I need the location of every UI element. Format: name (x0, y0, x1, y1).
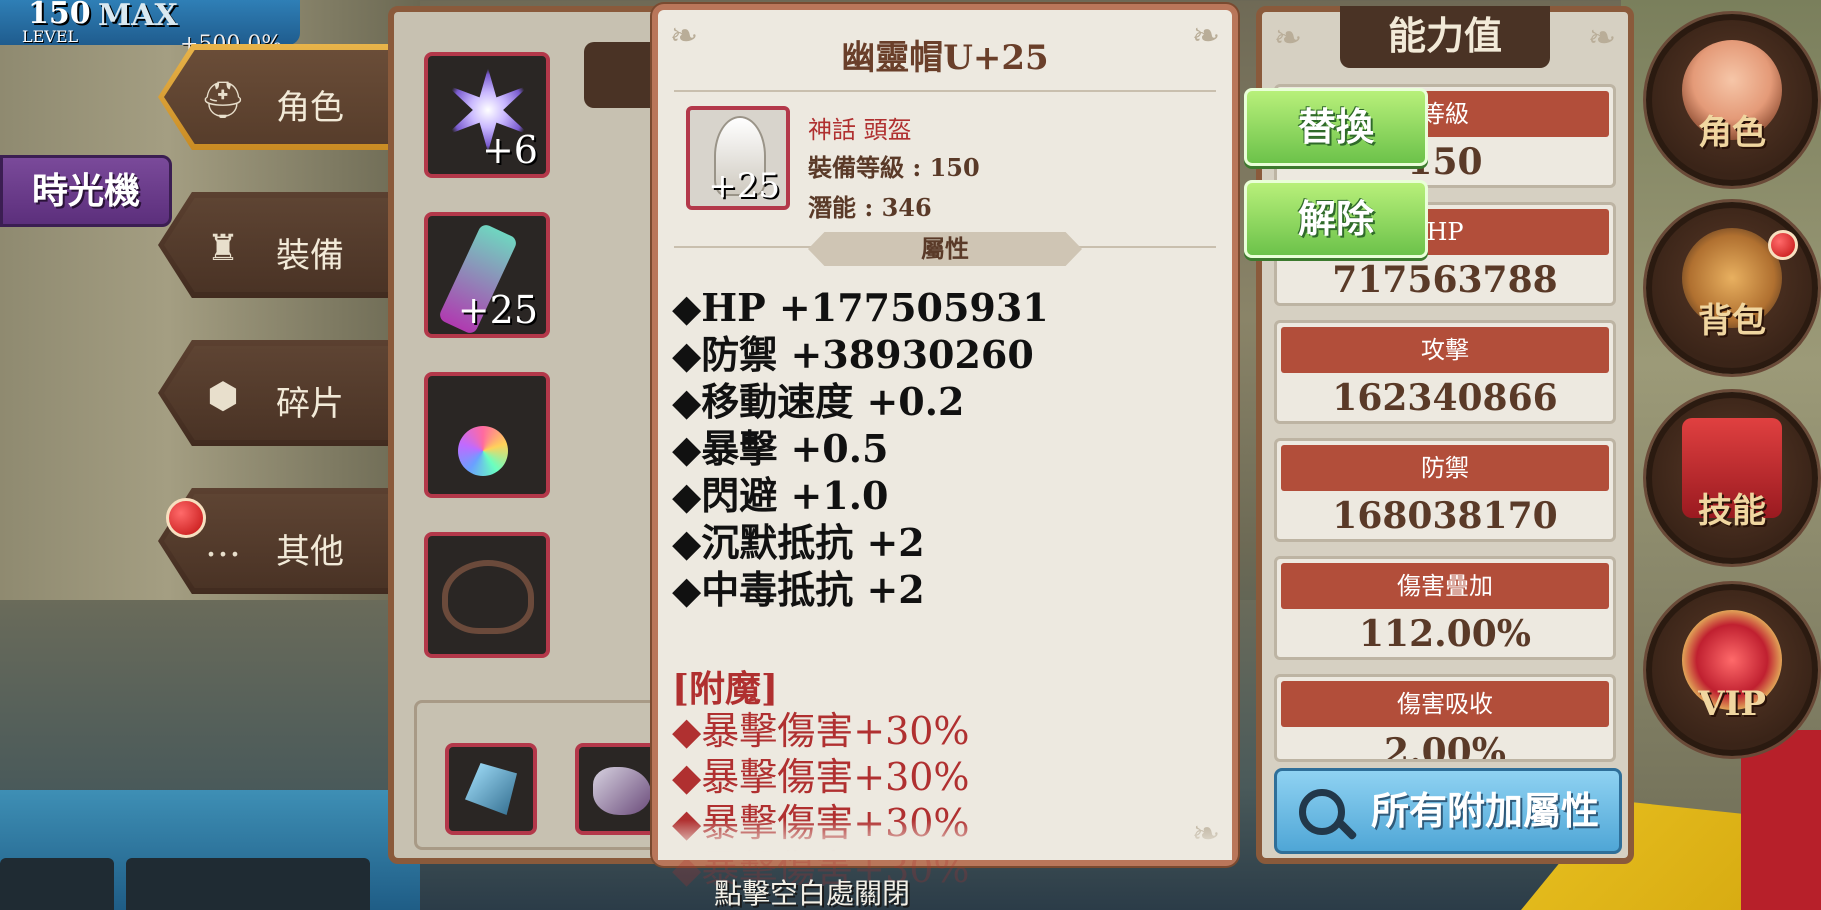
more-icon: … (205, 524, 241, 565)
tab-shards-label: 碎片 (276, 384, 344, 424)
stat-label: 傷害吸收 (1281, 681, 1609, 727)
menu-skill-label: 技能 (1698, 491, 1766, 531)
menu-character-button[interactable]: 角色 (1646, 14, 1818, 186)
time-machine-button[interactable]: 時光機 (0, 155, 172, 227)
level-max: MAX (98, 0, 178, 33)
helmet-icon: ⛑ (200, 80, 246, 121)
stat-card-damage-bonus: 傷害疊加 112.00% (1274, 556, 1616, 660)
equipment-panel: +6 +25 (388, 6, 670, 864)
attributes-header: 屬性 (808, 232, 1082, 266)
divider (674, 90, 1216, 92)
tab-equipment-label: 裝備 (276, 236, 344, 276)
list-item: ◆防禦 +38930260 (672, 332, 1034, 377)
equip-panel-tab (584, 42, 654, 108)
list-item: ◆沉默抵抗 +2 (672, 520, 925, 565)
corner-ornament-icon: ❧ (1587, 18, 1617, 58)
item-icon: +25 (686, 106, 790, 210)
equip-slot-3[interactable] (424, 372, 550, 498)
enchant-title: [附魔] (672, 668, 779, 710)
item-name: 幽靈帽U+25 (841, 38, 1049, 78)
menu-skill-button[interactable]: 技能 (1646, 392, 1818, 564)
item-equip-level: 裝備等級 : 150 (808, 153, 980, 182)
all-attributes-label: 所有附加屬性 (1370, 788, 1599, 833)
amulet-icon (458, 426, 508, 476)
level-indicator: 150 LEVEL MAX +500.0% (0, 0, 300, 57)
list-item: ◆HP +177505931 (672, 285, 1049, 330)
list-item: ◆中毒抵抗 +2 (672, 567, 925, 612)
equip-slot-1-plus: +6 (481, 128, 538, 172)
stat-value: 2.00% (1384, 731, 1506, 762)
stat-card-damage-absorb: 傷害吸收 2.00% (1274, 674, 1616, 762)
stats-title: 能力值 (1340, 6, 1550, 68)
list-item: ◆移動速度 +0.2 (672, 379, 965, 424)
crystal-gem-icon (465, 763, 517, 815)
menu-vip-button[interactable]: VIP (1646, 584, 1818, 756)
item-icon-plus: +25 (708, 166, 780, 206)
stat-card-attack: 攻擊 162340866 (1274, 320, 1616, 424)
scroll-fade (658, 820, 1232, 860)
replace-button[interactable]: 替換 (1244, 88, 1428, 166)
stat-label: 防禦 (1281, 445, 1609, 491)
enchant-list: ◆暴擊傷害+30% ◆暴擊傷害+30% ◆暴擊傷害+30% ◆暴擊傷害+30% (672, 708, 970, 892)
stat-value: 162340866 (1332, 377, 1558, 419)
item-stat-list: ◆HP +177505931 ◆防禦 +38930260 ◆移動速度 +0.2 … (672, 284, 1049, 613)
equip-slot-2-plus: +25 (457, 288, 538, 332)
gem-strip (414, 700, 667, 850)
tab-character[interactable]: ⛑ 角色 (158, 44, 400, 150)
equip-slot-4[interactable] (424, 532, 550, 658)
menu-backpack-label: 背包 (1698, 301, 1766, 341)
equip-slot-1[interactable]: +6 (424, 52, 550, 178)
menu-character-label: 角色 (1698, 113, 1766, 153)
list-item: ◆暴擊傷害+30% (672, 755, 970, 799)
stat-value: 717563788 (1332, 259, 1558, 301)
item-potential: 潛能 : 346 (808, 193, 932, 222)
list-item: ◆暴擊 +0.5 (672, 426, 889, 471)
tab-equipment[interactable]: ♜ 裝備 (158, 192, 400, 298)
search-icon (1299, 789, 1345, 835)
tab-character-label: 角色 (276, 88, 344, 128)
stat-card-defense: 防禦 168038170 (1274, 438, 1616, 542)
close-hint: 點擊空白處關閉 (714, 877, 911, 910)
equip-slot-2[interactable]: +25 (424, 212, 550, 338)
tab-shards[interactable]: ⬢ 碎片 (158, 340, 400, 446)
bottom-hud-center (126, 858, 370, 910)
remove-button[interactable]: 解除 (1244, 180, 1428, 258)
stat-label: 傷害疊加 (1281, 563, 1609, 609)
menu-backpack-button[interactable]: 背包 (1646, 202, 1818, 374)
shard-icon: ⬢ (207, 376, 239, 417)
gem-slot-1[interactable] (445, 743, 537, 835)
tab-other-label: 其他 (276, 532, 344, 572)
stat-value: 168038170 (1332, 495, 1558, 537)
armor-icon: ♜ (206, 228, 240, 269)
armor-icon (442, 560, 534, 634)
background-red-banner (1741, 730, 1821, 910)
item-detail-popup: ❧ ❧ ❧ 幽靈帽U+25 +25 神話 頭盔 裝備等級 : 150 潛能 : … (652, 4, 1238, 891)
notification-dot (1768, 230, 1798, 260)
list-item: ◆暴擊傷害+30% (672, 709, 970, 753)
all-attributes-button[interactable]: 所有附加屬性 (1274, 768, 1622, 854)
stat-value: 112.00% (1359, 613, 1531, 655)
level-label: LEVEL (22, 27, 79, 46)
corner-ornament-icon: ❧ (1273, 18, 1303, 58)
item-rarity: 神話 頭盔 (808, 116, 912, 144)
notification-dot (166, 498, 206, 538)
menu-vip-label: VIP (1698, 684, 1766, 724)
bottom-hud-left (0, 858, 114, 910)
stat-label: 攻擊 (1281, 327, 1609, 373)
stone-gem-icon (593, 767, 651, 815)
list-item: ◆閃避 +1.0 (672, 473, 889, 518)
